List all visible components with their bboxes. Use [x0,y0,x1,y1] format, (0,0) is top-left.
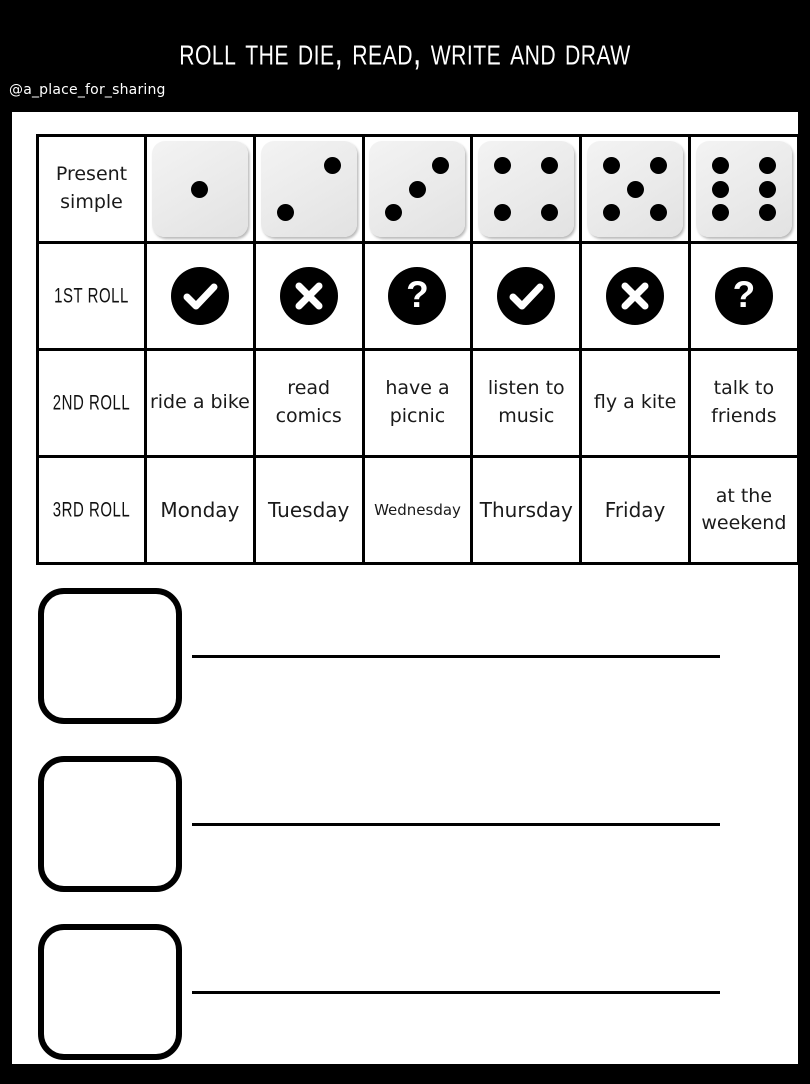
pip [603,204,621,221]
activity-cell-5: fly a kite [579,348,691,458]
pip [541,204,559,221]
first-roll-cell-1 [144,241,256,351]
first-roll-label: 1ST ROLL [54,283,129,308]
die-face-4 [478,141,575,237]
die-face-5 [587,141,684,237]
day-cell-4: Thursday [470,455,583,565]
day-text: Tuesday [268,498,350,522]
answer-row [12,916,798,1084]
activity-cell-6: talk to friends [687,348,800,458]
activity-text: ride a bike [149,391,250,414]
day-text: Thursday [479,498,573,522]
activity-text: read comics [275,377,342,427]
pip [650,157,668,174]
question-glyph: ? [732,274,756,315]
author-handle: @a_place_for_sharing [9,82,166,98]
day-cell-2: Tuesday [252,455,365,565]
activity-cell-4: listen to music [470,348,583,458]
first-roll-cell-5 [579,241,691,351]
drawing-box[interactable] [38,756,182,892]
die-face-1 [151,141,248,237]
pip [626,180,644,198]
day-cell-3: Wednesday [361,455,474,565]
die-face-2 [260,141,357,237]
activity-text: fly a kite [593,391,677,414]
pip [494,157,512,174]
die-cell-3 [361,134,474,244]
first-roll-cell-2 [252,241,365,351]
question-icon: ? [388,267,447,325]
first-roll-cell-3: ? [361,241,474,351]
die-cell-2 [252,134,365,244]
pip [323,157,341,174]
activity-text: talk to friends [711,377,777,427]
pip [385,204,403,221]
pip [408,180,426,198]
pip [758,204,776,221]
answer-row [12,748,798,916]
writing-line[interactable] [192,655,720,658]
roll-table: Present simple 1ST ROLL ? ? 2ND ROLL rid… [36,134,800,565]
pip [276,204,294,221]
activity-text: listen to music [487,377,565,427]
day-cell-6: at the weekend [687,455,800,565]
header-band: Roll the die, read, write and draw @a_pl… [0,0,810,112]
die-cell-1 [144,134,256,244]
die-cell-6 [687,134,800,244]
table-row-dice: Present simple [36,134,800,244]
worksheet-sheet: Present simple 1ST ROLL ? ? 2ND ROLL rid… [12,112,800,1064]
pip [191,180,209,198]
table-row-first-roll: 1ST ROLL ? ? [36,241,800,351]
page-title: Roll the die, read, write and draw [179,28,631,74]
first-roll-cell-4 [470,241,583,351]
check-icon [497,267,556,325]
die-cell-4 [470,134,583,244]
answer-area [12,580,798,1084]
pip [541,157,559,174]
pip [711,204,729,221]
day-text: Monday [160,498,240,522]
day-text: at the weekend [701,485,787,534]
pip [603,157,621,174]
table-row-second-roll: 2ND ROLL ride a bike read comics have a … [36,348,800,458]
die-cell-5 [579,134,691,244]
row-label-third-roll: 3RD ROLL [36,455,147,565]
writing-line[interactable] [192,991,720,994]
cross-icon [606,267,665,325]
question-glyph: ? [406,274,429,315]
day-text: Wednesday [374,500,461,519]
activity-cell-2: read comics [252,348,365,458]
pip [711,157,729,174]
present-simple-label: Present simple [55,163,128,213]
writing-line[interactable] [192,823,720,826]
table-row-third-roll: 3RD ROLL Monday Tuesday Wednesday Thursd… [36,455,800,565]
row-label-second-roll: 2ND ROLL [36,348,147,458]
pip [432,157,450,174]
day-cell-1: Monday [144,455,256,565]
pip [758,157,776,174]
activity-cell-1: ride a bike [144,348,256,458]
question-icon: ? [714,267,773,325]
third-roll-label: 3RD ROLL [52,497,131,522]
cross-icon [279,267,338,325]
pip [711,180,729,198]
first-roll-cell-6: ? [687,241,800,351]
drawing-box[interactable] [38,924,182,1060]
row-label-present-simple: Present simple [36,134,147,244]
check-icon [170,267,229,325]
pip [494,204,512,221]
second-roll-label: 2ND ROLL [52,390,131,415]
day-cell-5: Friday [579,455,691,565]
activity-text: have a picnic [385,377,450,427]
pip [650,204,668,221]
row-label-first-roll: 1ST ROLL [36,241,147,351]
die-face-3 [369,141,466,237]
die-face-6 [695,141,792,237]
answer-row [12,580,798,748]
day-text: Friday [604,498,666,522]
activity-cell-3: have a picnic [361,348,474,458]
pip [758,180,776,198]
drawing-box[interactable] [38,588,182,724]
worksheet-page: Roll the die, read, write and draw @a_pl… [0,0,810,1080]
